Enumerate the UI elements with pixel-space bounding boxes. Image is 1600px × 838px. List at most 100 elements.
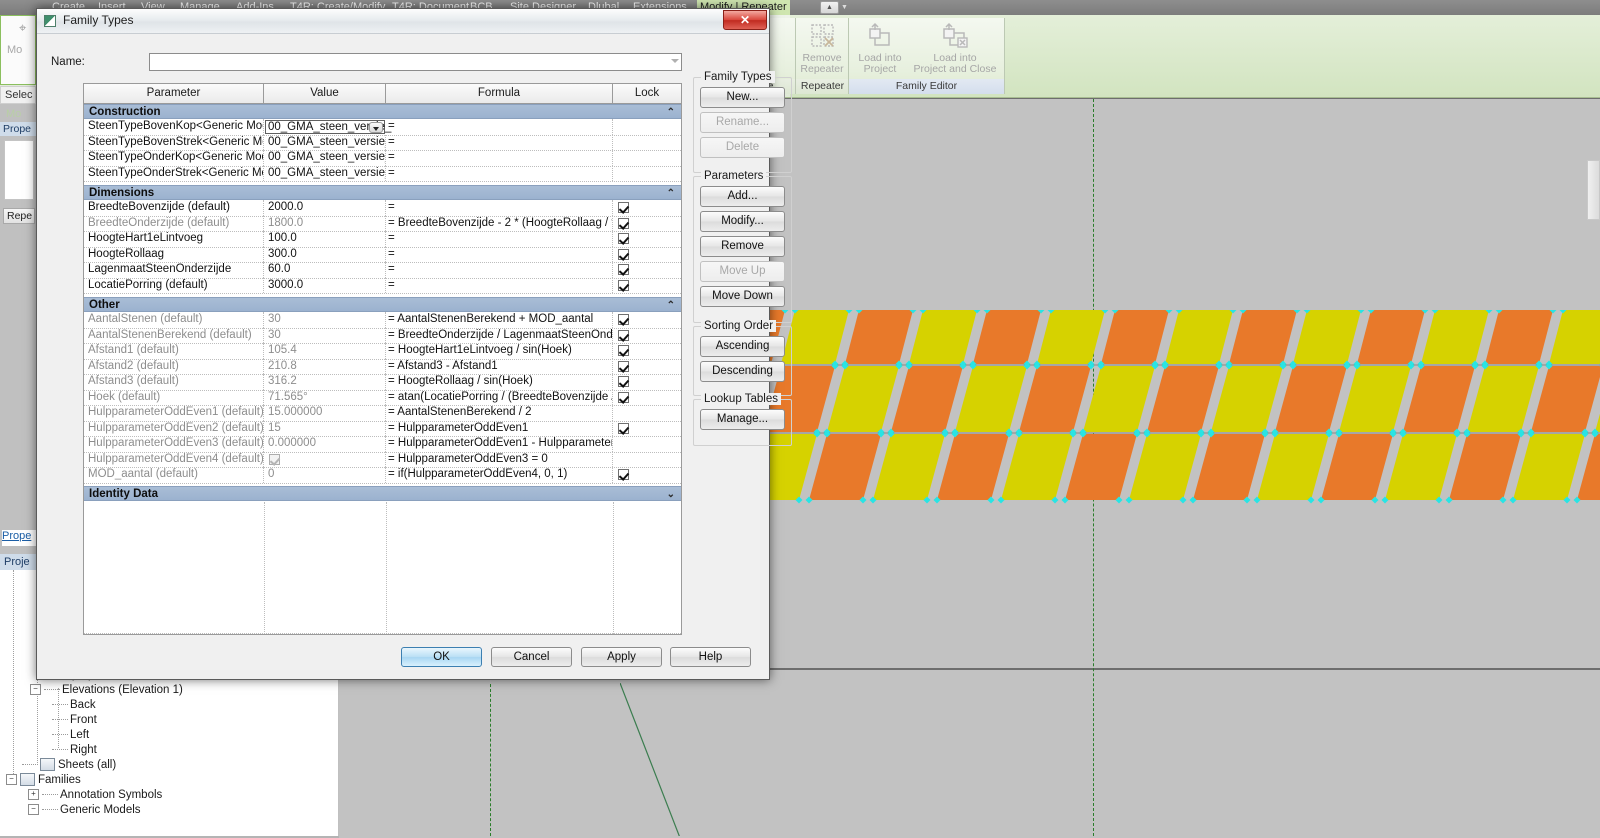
lock-checkbox[interactable] bbox=[618, 392, 629, 403]
table-row[interactable]: Afstand2 (default) 210.8 = Afstand3 - Af… bbox=[84, 359, 681, 376]
cell-value[interactable]: 316.2 bbox=[264, 374, 386, 390]
cell-lock[interactable] bbox=[613, 312, 681, 328]
expander-icon[interactable]: − bbox=[6, 774, 17, 785]
tree-item-right[interactable]: Right bbox=[52, 743, 97, 758]
chevron-up-icon[interactable]: ⌃ bbox=[667, 186, 675, 201]
expander-icon[interactable]: − bbox=[28, 804, 39, 815]
family-types-dialog[interactable]: Family Types ✕ Name: Parameter Value For… bbox=[36, 8, 770, 680]
cell-lock[interactable] bbox=[613, 262, 681, 278]
tree-item-families[interactable]: −Families bbox=[6, 773, 81, 788]
sort-descending-button[interactable]: Descending bbox=[700, 361, 785, 382]
tree-item-annotation-symbols[interactable]: +Annotation Symbols bbox=[28, 788, 162, 803]
lock-checkbox[interactable] bbox=[618, 469, 629, 480]
cell-value[interactable]: 30 bbox=[264, 312, 386, 328]
column-header-value[interactable]: Value bbox=[264, 84, 386, 103]
family-type-name-combobox[interactable] bbox=[149, 53, 682, 71]
cell-value[interactable]: 0 bbox=[264, 467, 386, 483]
modify-parameter-button[interactable]: Modify... bbox=[700, 211, 785, 232]
canvas-scrollbar[interactable] bbox=[1587, 160, 1600, 220]
expander-icon[interactable]: + bbox=[28, 789, 39, 800]
chevron-down-icon[interactable]: ⌄ bbox=[667, 487, 675, 502]
help-button[interactable]: Help bbox=[670, 647, 751, 667]
chevron-up-icon[interactable]: ⌃ bbox=[667, 298, 675, 313]
lock-checkbox[interactable] bbox=[618, 376, 629, 387]
chevron-down-icon[interactable] bbox=[671, 59, 679, 63]
cell-formula[interactable]: = BreedteOnderzijde / LagenmaatSteenOnde… bbox=[386, 328, 613, 344]
cell-lock[interactable] bbox=[613, 135, 681, 151]
cell-lock[interactable] bbox=[613, 359, 681, 375]
cell-value[interactable]: 105.4 bbox=[264, 343, 386, 359]
cell-lock[interactable] bbox=[613, 278, 681, 294]
cell-lock[interactable] bbox=[613, 343, 681, 359]
cell-value[interactable]: 1800.0 bbox=[264, 216, 386, 232]
cell-formula[interactable]: = bbox=[386, 150, 613, 166]
cell-value[interactable]: 0.000000 bbox=[264, 436, 386, 452]
apply-button[interactable]: Apply bbox=[581, 647, 662, 667]
cell-value[interactable]: 30 bbox=[264, 328, 386, 344]
cell-lock[interactable] bbox=[613, 231, 681, 247]
cell-formula[interactable]: = bbox=[386, 135, 613, 151]
cell-formula[interactable]: = bbox=[386, 247, 613, 263]
parameters-table[interactable]: Parameter Value Formula Lock Constructio… bbox=[83, 83, 682, 635]
value-checkbox[interactable] bbox=[269, 454, 280, 465]
cell-formula[interactable]: = bbox=[386, 278, 613, 294]
cell-lock[interactable] bbox=[613, 390, 681, 406]
cell-value[interactable]: 3000.0 bbox=[264, 278, 386, 294]
tree-item-elevations[interactable]: −Elevations (Elevation 1) bbox=[30, 683, 183, 698]
repeater-button-left[interactable]: Repe bbox=[3, 208, 35, 224]
cell-value[interactable]: 15 bbox=[264, 421, 386, 437]
cell-formula[interactable]: = HoogteRollaag / sin(Hoek) bbox=[386, 374, 613, 390]
lock-checkbox[interactable] bbox=[618, 423, 629, 434]
collapse-ribbon-icon[interactable]: ▲ bbox=[820, 1, 839, 14]
table-row[interactable]: HoogteHart1eLintvoeg 100.0 = bbox=[84, 231, 681, 248]
cell-value[interactable]: 2000.0 bbox=[264, 200, 386, 216]
rename-family-type-button[interactable]: Rename... bbox=[700, 112, 785, 133]
cell-formula[interactable]: = if(HulpparameterOddEven4, 0, 1) bbox=[386, 467, 613, 483]
table-row[interactable]: HoogteRollaag 300.0 = bbox=[84, 247, 681, 264]
table-row[interactable]: Hoek (default) 71.565° = atan(LocatiePor… bbox=[84, 390, 681, 407]
cell-value-checkbox-wrap[interactable] bbox=[264, 452, 386, 468]
tree-item-left[interactable]: Left bbox=[52, 728, 89, 743]
group-header-construction[interactable]: Construction ⌃ bbox=[84, 104, 681, 119]
tree-item-back[interactable]: Back bbox=[52, 698, 96, 713]
cell-formula[interactable]: = bbox=[386, 200, 613, 216]
quick-access-toolbar-overflow[interactable]: ▲ ▼ bbox=[820, 1, 846, 13]
table-row[interactable]: HulpparameterOddEven4 (default) = Hulppa… bbox=[84, 452, 681, 469]
cell-formula[interactable]: = atan(LocatiePorring / (BreedteBovenzij… bbox=[386, 390, 613, 406]
chevron-up-icon[interactable]: ⌃ bbox=[667, 105, 675, 120]
sort-ascending-button[interactable]: Ascending bbox=[700, 336, 785, 357]
close-icon[interactable]: ✕ bbox=[723, 10, 767, 30]
table-row[interactable]: HulpparameterOddEven3 (default) 0.000000… bbox=[84, 436, 681, 453]
cell-lock[interactable] bbox=[613, 328, 681, 344]
cell-lock[interactable] bbox=[613, 452, 681, 468]
cell-value[interactable]: 00_GMA_steen_versie_ bbox=[264, 166, 386, 182]
cell-formula[interactable]: = BreedteBovenzijde - 2 * (HoogteRollaag… bbox=[386, 216, 613, 232]
cell-formula[interactable]: = HulpparameterOddEven3 = 0 bbox=[386, 452, 613, 468]
group-header-dimensions[interactable]: Dimensions ⌃ bbox=[84, 185, 681, 200]
cell-value[interactable]: 00_GMA_steen_versie_ bbox=[264, 150, 386, 166]
column-header-lock[interactable]: Lock bbox=[613, 84, 681, 103]
table-row[interactable]: AantalStenenBerekend (default) 30 = Bree… bbox=[84, 328, 681, 345]
cell-lock[interactable] bbox=[613, 166, 681, 182]
table-row[interactable]: Afstand1 (default) 105.4 = HoogteHart1eL… bbox=[84, 343, 681, 360]
chevron-down-icon[interactable] bbox=[369, 122, 383, 133]
cell-lock[interactable] bbox=[613, 150, 681, 166]
cell-lock[interactable] bbox=[613, 216, 681, 232]
cell-formula[interactable]: = bbox=[386, 166, 613, 182]
tree-item-sheets[interactable]: Sheets (all) bbox=[22, 758, 116, 773]
cell-lock[interactable] bbox=[613, 119, 681, 135]
lock-checkbox[interactable] bbox=[618, 249, 629, 260]
cell-formula[interactable]: = HulpparameterOddEven1 bbox=[386, 421, 613, 437]
remove-repeater-button[interactable]: Remove Repeater bbox=[793, 22, 851, 75]
cell-value-combobox[interactable]: 00_GMA_steen_versie_ bbox=[265, 120, 385, 135]
tree-item-front[interactable]: Front bbox=[52, 713, 97, 728]
expander-icon[interactable]: − bbox=[30, 684, 41, 695]
load-into-project-and-close-button[interactable]: Load into Project and Close bbox=[907, 22, 1003, 75]
cell-formula[interactable]: = HoogteHart1eLintvoeg / sin(Hoek) bbox=[386, 343, 613, 359]
cell-formula[interactable]: = bbox=[386, 119, 613, 135]
cell-lock[interactable] bbox=[613, 247, 681, 263]
cancel-button[interactable]: Cancel bbox=[491, 647, 572, 667]
cell-value[interactable]: 60.0 bbox=[264, 262, 386, 278]
lock-checkbox[interactable] bbox=[618, 314, 629, 325]
cell-formula[interactable]: = AantalStenenBerekend + MOD_aantal bbox=[386, 312, 613, 328]
